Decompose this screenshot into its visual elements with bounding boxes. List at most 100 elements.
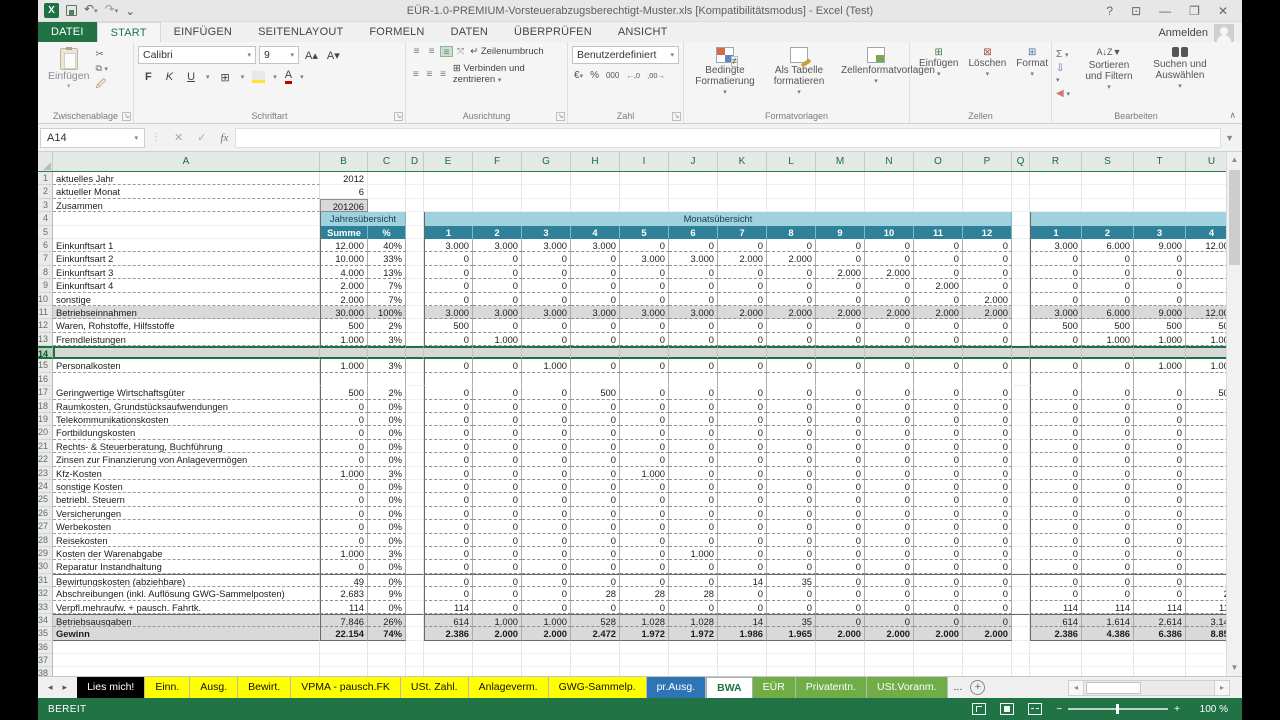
cell-percent[interactable] bbox=[368, 373, 406, 386]
cell[interactable] bbox=[53, 212, 320, 225]
cell-month[interactable]: 2.000 bbox=[522, 627, 571, 640]
row-header-34[interactable]: 34 bbox=[38, 614, 53, 627]
cell-month[interactable]: 1.000 bbox=[522, 359, 571, 372]
column-header-C[interactable]: C bbox=[368, 152, 406, 171]
row-header-24[interactable]: 24 bbox=[38, 480, 53, 493]
cell-month[interactable]: 1.000 bbox=[473, 614, 522, 627]
cell[interactable] bbox=[424, 654, 473, 667]
cell[interactable] bbox=[1012, 587, 1030, 600]
cell[interactable] bbox=[914, 641, 963, 654]
cell-label[interactable]: Fortbildungskosten bbox=[53, 426, 320, 439]
cell[interactable] bbox=[406, 199, 424, 212]
number-format-select[interactable]: Benutzerdefiniert▾ bbox=[572, 46, 679, 64]
cell-month[interactable]: 0 bbox=[424, 507, 473, 520]
cut-icon[interactable]: ✂ bbox=[95, 49, 107, 60]
cell-quarter[interactable]: 0 bbox=[1082, 413, 1134, 426]
cell[interactable] bbox=[963, 172, 1012, 185]
cell-month[interactable]: 0 bbox=[963, 480, 1012, 493]
cell-percent[interactable]: 0% bbox=[368, 534, 406, 547]
cell[interactable] bbox=[406, 279, 424, 292]
excel-app-icon[interactable]: X bbox=[44, 3, 59, 18]
cell-quarter[interactable]: 0 bbox=[1030, 279, 1082, 292]
cell-month[interactable]: 0 bbox=[914, 386, 963, 399]
cell-quarter[interactable]: 0 bbox=[1186, 453, 1226, 466]
cell-month[interactable]: 0 bbox=[522, 574, 571, 587]
cell-month[interactable]: 0 bbox=[816, 359, 865, 372]
align-center-icon[interactable]: ≡ bbox=[424, 69, 436, 80]
number-dialog-launcher[interactable]: ↘ bbox=[672, 112, 681, 121]
cell[interactable] bbox=[718, 185, 767, 198]
cell[interactable] bbox=[406, 239, 424, 252]
cell[interactable] bbox=[1012, 226, 1030, 239]
cell-month[interactable]: 28 bbox=[571, 587, 620, 600]
cell-month[interactable] bbox=[571, 373, 620, 386]
row-header-33[interactable]: 33 bbox=[38, 601, 53, 614]
cell[interactable] bbox=[406, 587, 424, 600]
cell-month[interactable]: 2.000 bbox=[816, 627, 865, 640]
cell-month[interactable]: 0 bbox=[963, 333, 1012, 346]
cell-month[interactable]: 0 bbox=[718, 386, 767, 399]
cell-label[interactable]: Zinsen zur Finanzierung von Anlagevermög… bbox=[53, 453, 320, 466]
cell[interactable] bbox=[669, 199, 718, 212]
cell-quarter[interactable]: 0 bbox=[1082, 493, 1134, 506]
cell[interactable] bbox=[865, 346, 914, 359]
cell-month[interactable]: 0 bbox=[522, 493, 571, 506]
cell[interactable] bbox=[718, 654, 767, 667]
cell[interactable] bbox=[1012, 359, 1030, 372]
cell[interactable] bbox=[406, 212, 424, 225]
cell-month[interactable]: 2.000 bbox=[473, 627, 522, 640]
cell-label[interactable]: Betriebseinnahmen bbox=[53, 306, 320, 319]
cell-month[interactable]: 0 bbox=[816, 413, 865, 426]
cell-month[interactable]: 0 bbox=[522, 480, 571, 493]
cell-month[interactable]: 0 bbox=[571, 480, 620, 493]
cell-month[interactable]: 0 bbox=[718, 520, 767, 533]
cell[interactable] bbox=[406, 627, 424, 640]
cell-summe[interactable]: 1.000 bbox=[320, 359, 368, 372]
cell-quarter[interactable]: 0 bbox=[1082, 574, 1134, 587]
cell-month[interactable]: 3.000 bbox=[424, 306, 473, 319]
cell-quarter[interactable]: 0 bbox=[1030, 560, 1082, 573]
cell-month[interactable]: 0 bbox=[669, 426, 718, 439]
cell-month[interactable]: 0 bbox=[522, 386, 571, 399]
cell-month[interactable]: 0 bbox=[963, 440, 1012, 453]
cell-quarter[interactable]: 0 bbox=[1082, 266, 1134, 279]
cell-month[interactable]: 0 bbox=[914, 534, 963, 547]
cell[interactable] bbox=[571, 185, 620, 198]
cell[interactable] bbox=[53, 654, 320, 667]
cell-month[interactable]: 1.965 bbox=[767, 627, 816, 640]
cell-month[interactable]: 0 bbox=[522, 547, 571, 560]
cell-summe[interactable]: 0 bbox=[320, 426, 368, 439]
cell-month[interactable]: 0 bbox=[865, 507, 914, 520]
column-header-D[interactable]: D bbox=[406, 152, 424, 171]
horizontal-scrollbar[interactable]: ◂ ▸ bbox=[1068, 677, 1242, 698]
cell-month[interactable]: 1.972 bbox=[669, 627, 718, 640]
scroll-down-icon[interactable]: ▼ bbox=[1227, 660, 1242, 676]
borders-button[interactable]: ⊞ bbox=[218, 71, 233, 84]
cell-quarter[interactable]: 0 bbox=[1134, 386, 1186, 399]
tab-formeln[interactable]: FORMELN bbox=[356, 22, 437, 42]
cell-month[interactable]: 0 bbox=[571, 426, 620, 439]
cell-quarter[interactable]: 0 bbox=[1134, 400, 1186, 413]
cell[interactable] bbox=[1012, 266, 1030, 279]
cell-quarter[interactable]: 0 bbox=[1186, 293, 1226, 306]
redo-button[interactable]: ↷▾ bbox=[105, 2, 119, 19]
cell[interactable] bbox=[406, 226, 424, 239]
cell-month[interactable]: 114 bbox=[424, 601, 473, 614]
cell-month[interactable]: 0 bbox=[914, 467, 963, 480]
cell-quarter[interactable]: 0 bbox=[1134, 587, 1186, 600]
cell[interactable] bbox=[1134, 172, 1186, 185]
cell[interactable] bbox=[1012, 654, 1030, 667]
insert-function-icon[interactable]: fx bbox=[213, 132, 235, 144]
cell[interactable] bbox=[320, 654, 368, 667]
cell-month[interactable]: 0 bbox=[963, 453, 1012, 466]
vertical-scroll-thumb[interactable] bbox=[1229, 170, 1240, 265]
cell[interactable] bbox=[473, 185, 522, 198]
cell-month[interactable]: 0 bbox=[522, 520, 571, 533]
sheet-tab-e-r[interactable]: EÜR bbox=[753, 677, 796, 698]
cell[interactable] bbox=[914, 185, 963, 198]
cell-month[interactable]: 0 bbox=[816, 601, 865, 614]
font-dialog-launcher[interactable]: ↘ bbox=[394, 112, 403, 121]
cell-quarter[interactable]: 114 bbox=[1134, 601, 1186, 614]
minimize-button[interactable]: — bbox=[1159, 4, 1171, 18]
cell-month[interactable]: 0 bbox=[571, 601, 620, 614]
